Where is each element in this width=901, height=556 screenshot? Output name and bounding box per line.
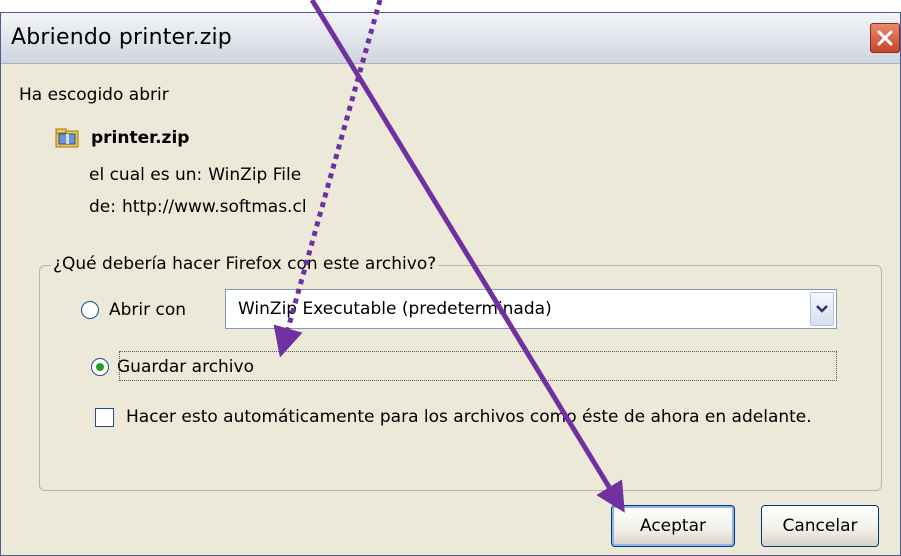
- action-groupbox-legend: ¿Qué debería hacer Firefox con este arch…: [51, 254, 439, 274]
- chevron-down-icon: [816, 305, 828, 313]
- file-source-value: http://www.softmas.cl: [121, 197, 307, 217]
- chosen-text: Ha escogido abrir: [19, 85, 169, 105]
- file-type-row: el cual es un: WinZip File: [89, 165, 301, 185]
- dialog-title: Abriendo printer.zip: [11, 25, 232, 50]
- open-with-label: Abrir con: [109, 300, 187, 320]
- open-with-select[interactable]: WinZip Executable (predeterminada): [225, 289, 837, 329]
- download-dialog: Abriendo printer.zip Ha escogido abrir p…: [0, 12, 901, 556]
- file-type-value: WinZip File: [208, 165, 302, 185]
- zip-file-icon: [55, 128, 79, 148]
- title-bar: Abriendo printer.zip: [1, 13, 900, 64]
- save-file-radio[interactable]: [91, 358, 109, 376]
- cancel-button-label: Cancelar: [782, 516, 858, 536]
- file-source-label: de:: [89, 197, 116, 217]
- open-with-radio[interactable]: [81, 301, 99, 319]
- close-icon: [877, 30, 893, 46]
- open-with-option[interactable]: Abrir con: [81, 300, 186, 320]
- dropdown-button[interactable]: [810, 292, 834, 326]
- cancel-button[interactable]: Cancelar: [761, 505, 879, 547]
- auto-label: Hacer esto automáticamente para los arch…: [126, 407, 812, 427]
- accept-button-label: Aceptar: [640, 516, 706, 536]
- save-file-focus-outline: [119, 351, 837, 381]
- dialog-body: Ha escogido abrir printer.zip el cual es…: [15, 65, 886, 555]
- file-name: printer.zip: [91, 128, 190, 148]
- file-row: printer.zip: [55, 127, 189, 149]
- auto-checkbox[interactable]: [95, 407, 114, 427]
- auto-option[interactable]: Hacer esto automáticamente para los arch…: [95, 407, 812, 427]
- file-source-row: de: http://www.softmas.cl: [89, 197, 307, 217]
- accept-button[interactable]: Aceptar: [611, 505, 735, 547]
- close-button[interactable]: [870, 23, 900, 53]
- file-type-label: el cual es un:: [89, 165, 203, 185]
- open-with-app: WinZip Executable (predeterminada): [238, 299, 552, 319]
